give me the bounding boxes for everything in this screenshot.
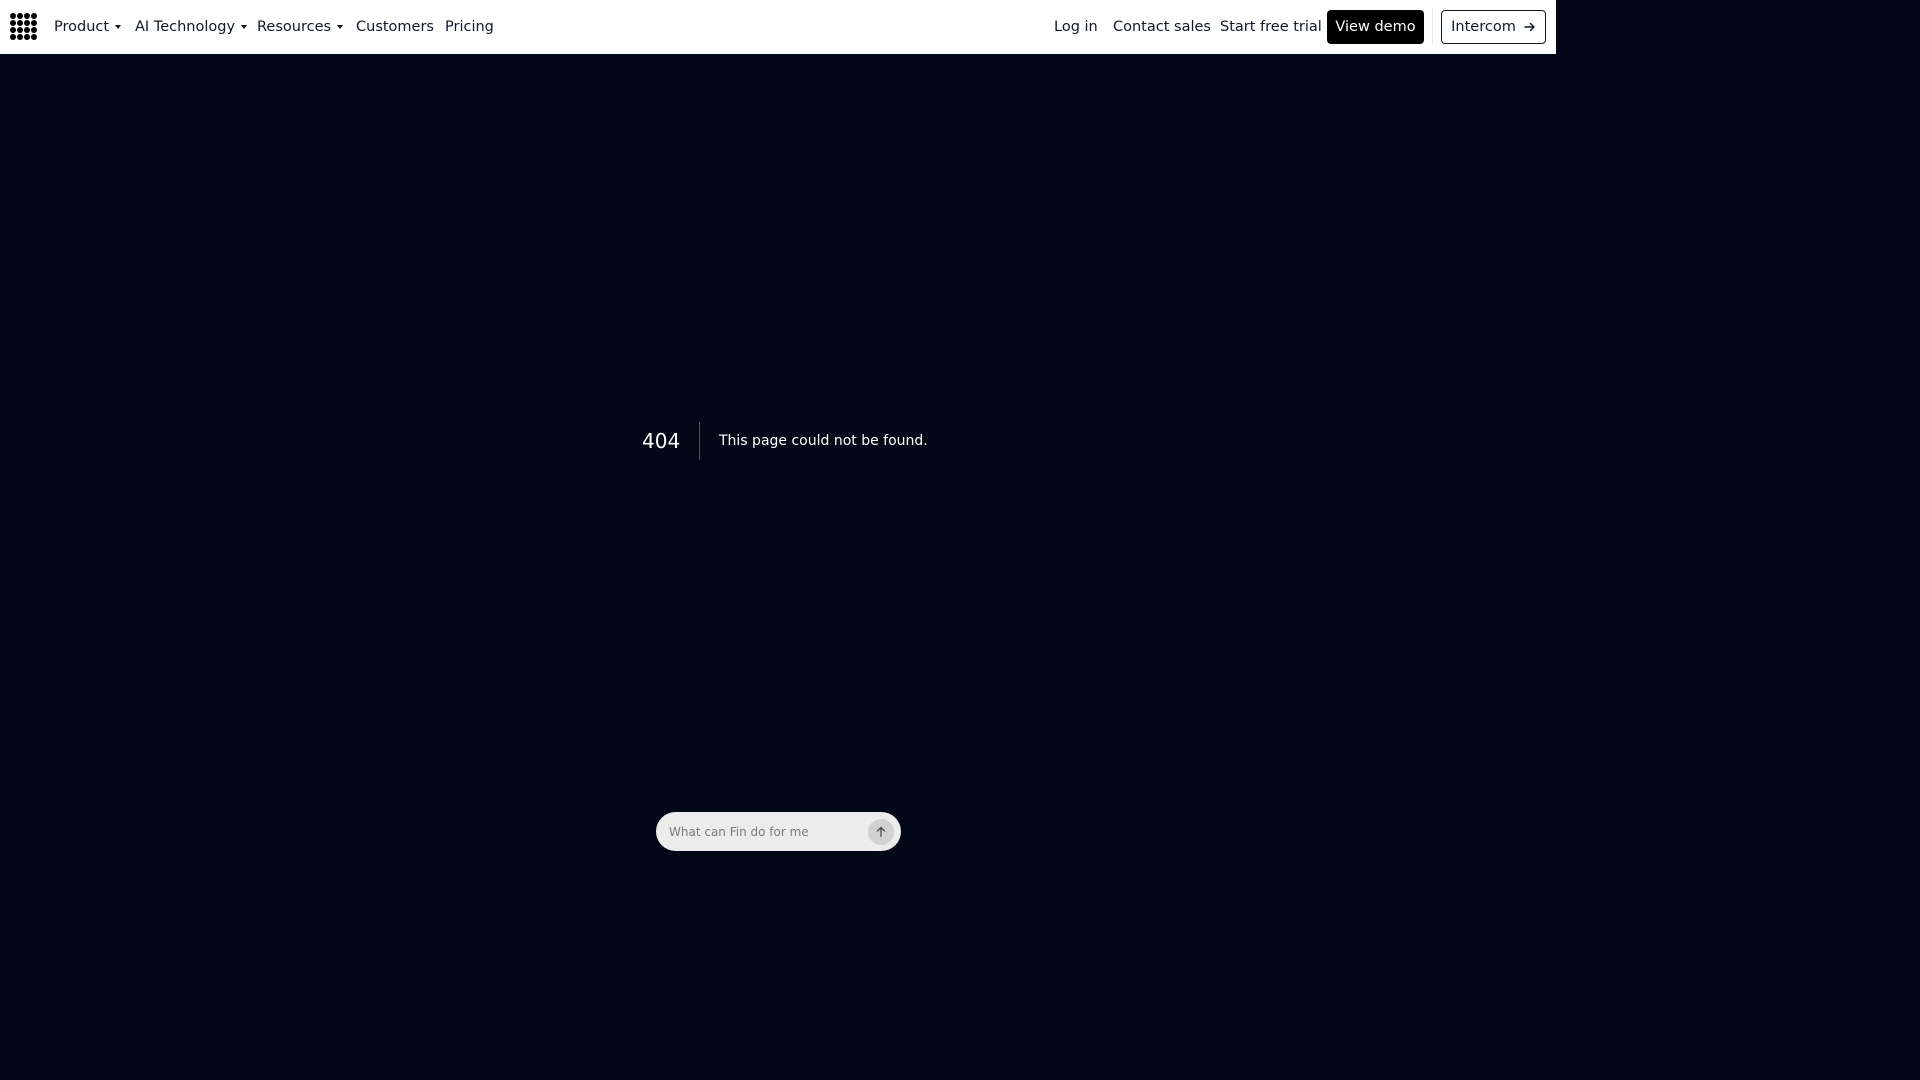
nav-start-free-trial[interactable]: Start free trial [1220,0,1322,54]
nav-divider [1432,9,1433,45]
intercom-label: Intercom [1451,19,1516,35]
nav-pricing-label: Pricing [445,19,494,35]
error-code: 404 [642,429,681,453]
nav-contact-sales-label: Contact sales [1113,19,1211,35]
intercom-button[interactable]: Intercom [1441,10,1546,44]
nav-ai-technology-label: AI Technology [135,19,236,35]
nav-log-in-label: Log in [1054,19,1098,35]
nav-start-free-trial-label: Start free trial [1220,19,1322,35]
view-demo-button[interactable]: View demo [1327,10,1424,44]
nav-contact-sales[interactable]: Contact sales [1113,0,1211,54]
fin-send-button[interactable] [868,819,894,845]
caret-down-icon [337,25,344,29]
nav-log-in[interactable]: Log in [1054,0,1098,54]
view-demo-label: View demo [1335,19,1416,35]
fin-chat-box [656,812,901,851]
fin-chat-input[interactable] [669,821,864,842]
nav-resources[interactable]: Resources [257,0,344,54]
arrow-up-icon [876,826,886,838]
nav-customers[interactable]: Customers [356,0,434,54]
intercom-logo-icon[interactable] [10,13,37,40]
nav-pricing[interactable]: Pricing [445,0,494,54]
nav-product-label: Product [54,19,110,35]
arrow-right-icon [1524,22,1535,32]
top-navbar: Product AI Technology Resources Customer… [0,0,1556,54]
nav-product[interactable]: Product [54,0,122,54]
page-viewport: Product AI Technology Resources Customer… [0,0,1556,882]
caret-down-icon [241,25,248,29]
nav-resources-label: Resources [257,19,332,35]
caret-down-icon [115,25,122,29]
nav-ai-technology[interactable]: AI Technology [135,0,248,54]
error-divider [699,422,700,460]
nav-customers-label: Customers [356,19,434,35]
error-message: This page could not be found. [719,433,928,449]
